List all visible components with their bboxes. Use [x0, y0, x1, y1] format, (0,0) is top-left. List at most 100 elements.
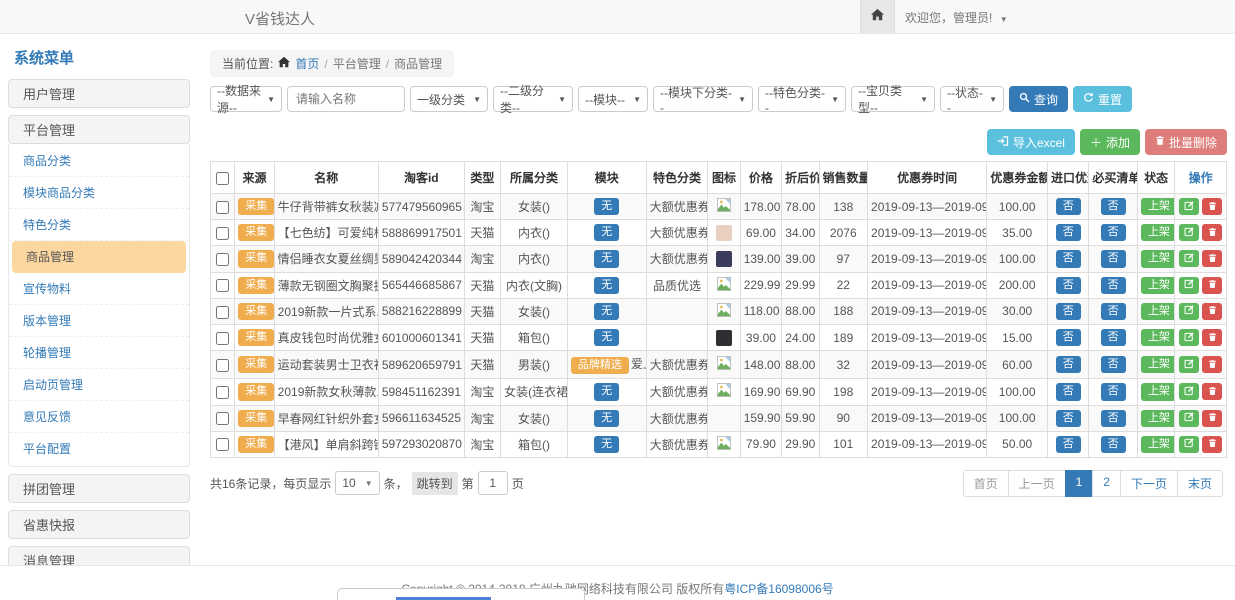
edit-button[interactable] — [1179, 329, 1199, 346]
icp-link[interactable]: 粤ICP备16098006号 — [724, 582, 833, 596]
status-toggle[interactable]: 上架 — [1141, 410, 1175, 427]
batch-delete-button[interactable]: 批量删除 — [1145, 129, 1227, 155]
module-sub-category-select[interactable]: --模块下分类--▼ — [653, 86, 753, 112]
edit-button[interactable] — [1179, 303, 1199, 320]
row-checkbox[interactable] — [216, 386, 229, 399]
delete-button[interactable] — [1202, 410, 1222, 427]
sidebar-item-8[interactable]: 启动页管理 — [9, 369, 189, 401]
must-buy-cell-toggle[interactable]: 否 — [1101, 383, 1126, 400]
import-select-cell-toggle[interactable]: 否 — [1056, 436, 1081, 453]
sidebar-group-4[interactable]: 省惠快报 — [8, 510, 190, 539]
source-badge[interactable]: 采集 — [238, 198, 274, 215]
edit-button[interactable] — [1179, 356, 1199, 373]
module-badge[interactable]: 无 — [594, 436, 619, 453]
import-select-cell-toggle[interactable]: 否 — [1056, 277, 1081, 294]
must-buy-cell-toggle[interactable]: 否 — [1101, 329, 1126, 346]
row-checkbox[interactable] — [216, 438, 229, 451]
delete-button[interactable] — [1202, 198, 1222, 215]
edit-button[interactable] — [1179, 224, 1199, 241]
import-select-cell-toggle[interactable]: 否 — [1056, 356, 1081, 373]
sidebar-item-3[interactable]: 特色分类 — [9, 209, 189, 241]
breadcrumb-home-link[interactable]: 首页 — [295, 55, 319, 72]
module-badge[interactable]: 无 — [594, 329, 619, 346]
must-buy-cell-toggle[interactable]: 否 — [1101, 277, 1126, 294]
module-badge[interactable]: 无 — [594, 277, 619, 294]
source-badge[interactable]: 采集 — [238, 383, 274, 400]
source-badge[interactable]: 采集 — [238, 356, 274, 373]
module-badge[interactable]: 无 — [594, 303, 619, 320]
import-select-cell-toggle[interactable]: 否 — [1056, 410, 1081, 427]
item-type-select[interactable]: --宝贝类型--▼ — [851, 86, 935, 112]
status-toggle[interactable]: 上架 — [1141, 329, 1175, 346]
import-select-cell-toggle[interactable]: 否 — [1056, 250, 1081, 267]
select-all-checkbox[interactable] — [216, 172, 229, 185]
sidebar-item-7[interactable]: 轮播管理 — [9, 337, 189, 369]
sidebar-item-1[interactable]: 商品分类 — [9, 145, 189, 177]
pager-button-3[interactable]: 1 — [1065, 470, 1094, 497]
sidebar-item-5[interactable]: 宣传物料 — [9, 273, 189, 305]
status-toggle[interactable]: 上架 — [1141, 356, 1175, 373]
row-checkbox[interactable] — [216, 201, 229, 214]
delete-button[interactable] — [1202, 329, 1222, 346]
jump-button[interactable]: 跳转到 — [412, 472, 458, 495]
source-badge[interactable]: 采集 — [238, 277, 274, 294]
status-toggle[interactable]: 上架 — [1141, 224, 1175, 241]
pager-button-5[interactable]: 下一页 — [1120, 470, 1178, 497]
sidebar-group-2[interactable]: 平台管理 — [8, 115, 190, 144]
edit-button[interactable] — [1179, 410, 1199, 427]
data-source-select[interactable]: --数据来源--▼ — [210, 86, 282, 112]
delete-button[interactable] — [1202, 277, 1222, 294]
module-badge[interactable]: 无 — [594, 410, 619, 427]
source-badge[interactable]: 采集 — [238, 436, 274, 453]
import-select-cell-toggle[interactable]: 否 — [1056, 198, 1081, 215]
delete-button[interactable] — [1202, 224, 1222, 241]
home-button[interactable] — [860, 0, 895, 33]
import-select-cell-toggle[interactable]: 否 — [1056, 303, 1081, 320]
source-badge[interactable]: 采集 — [238, 224, 274, 241]
sidebar-item-2[interactable]: 模块商品分类 — [9, 177, 189, 209]
name-input[interactable] — [287, 86, 405, 112]
pager-button-4[interactable]: 2 — [1092, 470, 1121, 497]
edit-button[interactable] — [1179, 250, 1199, 267]
source-badge[interactable]: 采集 — [238, 329, 274, 346]
row-checkbox[interactable] — [216, 227, 229, 240]
module-badge[interactable]: 无 — [594, 383, 619, 400]
module-select[interactable]: --模块--▼ — [578, 86, 648, 112]
must-buy-cell-toggle[interactable]: 否 — [1101, 224, 1126, 241]
row-checkbox[interactable] — [216, 279, 229, 292]
module-badge[interactable]: 无 — [594, 224, 619, 241]
edit-button[interactable] — [1179, 436, 1199, 453]
add-button[interactable]: ＋ 添加 — [1080, 129, 1140, 155]
source-badge[interactable]: 采集 — [238, 250, 274, 267]
pager-button-1[interactable]: 首页 — [963, 470, 1009, 497]
sidebar-item-10[interactable]: 平台配置 — [9, 433, 189, 464]
status-select[interactable]: --状态--▼ — [940, 86, 1004, 112]
edit-button[interactable] — [1179, 198, 1199, 215]
per-page-select[interactable]: 10 ▼ — [335, 471, 379, 495]
row-checkbox[interactable] — [216, 253, 229, 266]
must-buy-cell-toggle[interactable]: 否 — [1101, 436, 1126, 453]
module-badge[interactable]: 无 — [594, 198, 619, 215]
must-buy-cell-toggle[interactable]: 否 — [1101, 250, 1126, 267]
status-toggle[interactable]: 上架 — [1141, 277, 1175, 294]
sidebar-group-3[interactable]: 拼团管理 — [8, 474, 190, 503]
feature-category-select[interactable]: --特色分类--▼ — [758, 86, 846, 112]
user-menu[interactable]: 欢迎您，管理员! ▼ — [905, 9, 1008, 26]
source-badge[interactable]: 采集 — [238, 303, 274, 320]
reset-button[interactable]: 重置 — [1073, 86, 1132, 112]
status-toggle[interactable]: 上架 — [1141, 198, 1175, 215]
jump-page-input[interactable] — [478, 471, 508, 495]
row-checkbox[interactable] — [216, 412, 229, 425]
sidebar-group-1[interactable]: 用户管理 — [8, 79, 190, 108]
must-buy-cell-toggle[interactable]: 否 — [1101, 198, 1126, 215]
row-checkbox[interactable] — [216, 306, 229, 319]
must-buy-cell-toggle[interactable]: 否 — [1101, 356, 1126, 373]
edit-button[interactable] — [1179, 383, 1199, 400]
sidebar-item-4[interactable]: 商品管理 — [12, 241, 186, 273]
sidebar-item-6[interactable]: 版本管理 — [9, 305, 189, 337]
search-button[interactable]: 查询 — [1009, 86, 1068, 112]
pager-button-6[interactable]: 末页 — [1177, 470, 1223, 497]
must-buy-cell-toggle[interactable]: 否 — [1101, 303, 1126, 320]
source-badge[interactable]: 采集 — [238, 410, 274, 427]
import-excel-button[interactable]: 导入excel — [987, 129, 1075, 155]
